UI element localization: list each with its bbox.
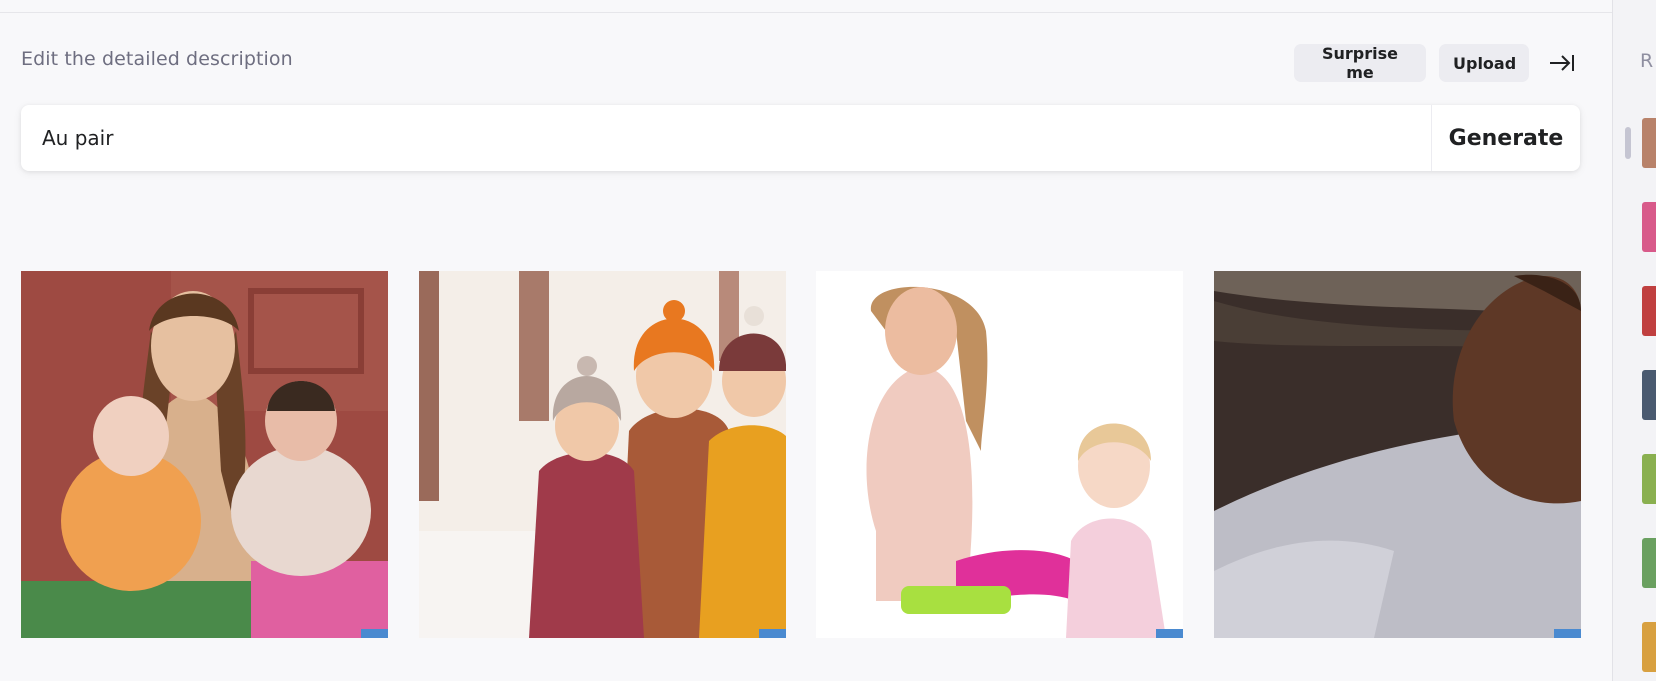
history-thumbnail[interactable] (1642, 370, 1656, 420)
arrow-right-to-bar-icon (1550, 55, 1574, 71)
result-image-2[interactable] (419, 271, 786, 638)
history-thumbnail[interactable] (1642, 622, 1656, 672)
result-image-3[interactable] (816, 271, 1183, 638)
history-thumbnail[interactable] (1642, 202, 1656, 252)
sidebar-scrollbar[interactable] (1625, 127, 1631, 159)
page-heading: Edit the detailed description (21, 48, 293, 70)
image-woman-holding-babies (21, 271, 388, 638)
prompt-bar: Generate (21, 105, 1580, 171)
collapse-panel-button[interactable] (1548, 50, 1576, 76)
generate-button[interactable]: Generate (1432, 105, 1580, 171)
history-thumbnail[interactable] (1642, 118, 1656, 168)
prompt-input[interactable] (42, 105, 1422, 171)
history-thumbnail[interactable] (1642, 454, 1656, 504)
image-snow-family (419, 271, 786, 638)
image-man-on-couch (1214, 271, 1581, 638)
history-thumbnail[interactable] (1642, 538, 1656, 588)
surprise-me-button[interactable]: Surprise me (1294, 44, 1426, 82)
image-woman-with-toddler (816, 271, 1183, 638)
top-border (0, 0, 1612, 13)
history-thumbnail[interactable] (1642, 286, 1656, 336)
result-image-4[interactable] (1214, 271, 1581, 638)
result-image-1[interactable] (21, 271, 388, 638)
sidebar-title: R (1640, 50, 1654, 72)
upload-button[interactable]: Upload (1439, 44, 1529, 82)
history-sidebar: R (1612, 0, 1656, 681)
